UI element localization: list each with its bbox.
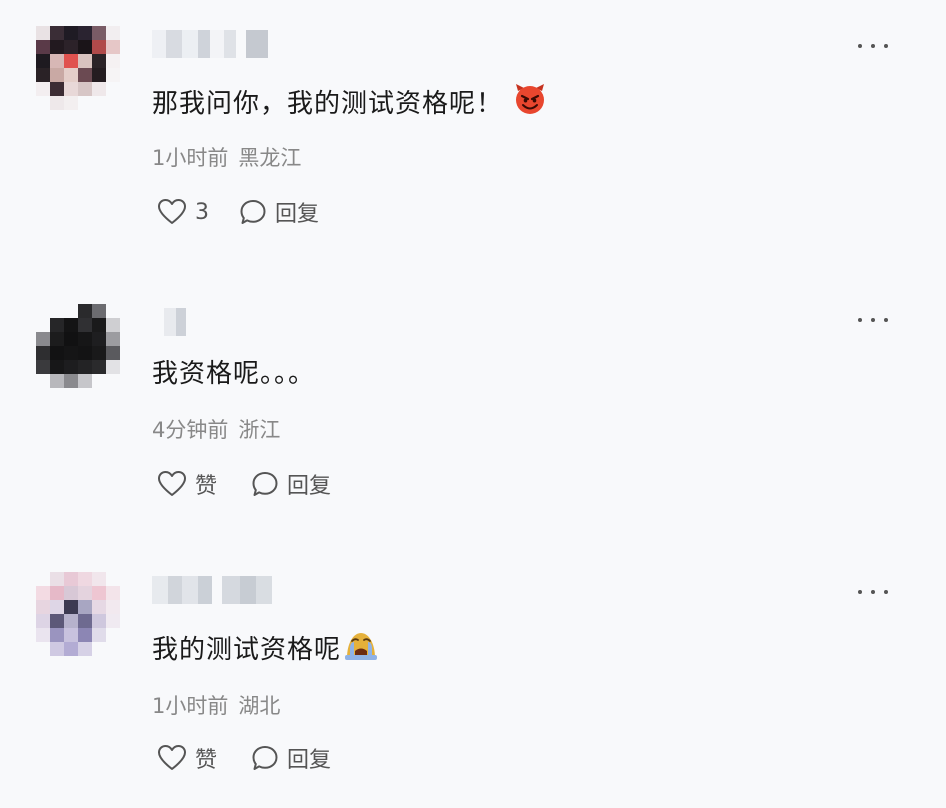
comment-item: 我的测试资格呢 1小时前 湖北 赞 回复 <box>0 544 946 808</box>
more-options-icon[interactable] <box>858 582 888 602</box>
comment-time: 4分钟前 <box>152 418 229 442</box>
heart-outline-icon <box>158 745 186 770</box>
avatar[interactable] <box>36 304 120 388</box>
comment-item: 我资格呢。。。 4分钟前 浙江 赞 回复 <box>0 272 946 542</box>
speech-bubble-icon <box>252 472 278 496</box>
like-label: 赞 <box>195 748 218 773</box>
reply-button[interactable]: 回复 <box>251 742 331 774</box>
like-label: 赞 <box>195 474 218 499</box>
comment-time: 1小时前 <box>152 146 229 170</box>
like-button[interactable]: 赞 <box>157 742 251 774</box>
comment-list: 那我问你，我的测试资格呢！ 1小时前 黑龙江 3 回复 我资格呢。。。 4分钟前… <box>0 0 946 808</box>
like-count: 3 <box>195 199 209 225</box>
reply-label: 回复 <box>287 748 332 773</box>
comment-item: 那我问你，我的测试资格呢！ 1小时前 黑龙江 3 回复 <box>0 0 946 270</box>
comment-meta: 1小时前 湖北 <box>152 690 280 720</box>
like-button[interactable]: 3 <box>157 198 239 226</box>
comment-text: 我的测试资格呢 <box>152 628 379 672</box>
reply-button[interactable]: 回复 <box>239 196 319 228</box>
comment-actions: 赞 回复 <box>157 468 331 500</box>
comment-time: 1小时前 <box>152 694 229 718</box>
comment-meta: 1小时前 黑龙江 <box>152 142 301 172</box>
more-options-icon[interactable] <box>858 36 888 56</box>
username-blurred[interactable] <box>152 308 186 336</box>
comment-text-body: 我的测试资格呢 <box>152 635 342 665</box>
avatar[interactable] <box>36 26 120 110</box>
heart-outline-icon <box>158 199 186 224</box>
speech-bubble-icon <box>252 746 278 770</box>
comment-meta: 4分钟前 浙江 <box>152 414 280 444</box>
reply-label: 回复 <box>287 474 332 499</box>
comment-actions: 赞 回复 <box>157 742 331 774</box>
like-button[interactable]: 赞 <box>157 468 251 500</box>
smiling-devil-emoji-icon <box>513 82 547 126</box>
username-blurred[interactable] <box>152 576 272 604</box>
comment-location: 湖北 <box>238 694 281 718</box>
crying-face-emoji-icon <box>343 628 379 672</box>
reply-button[interactable]: 回复 <box>251 468 331 500</box>
comment-text-body: 那我问你，我的测试资格呢！ <box>152 89 504 119</box>
heart-outline-icon <box>158 471 186 496</box>
speech-bubble-icon <box>240 200 266 224</box>
comment-location: 黑龙江 <box>238 146 302 170</box>
more-options-icon[interactable] <box>858 310 888 330</box>
comment-text: 那我问你，我的测试资格呢！ <box>152 82 547 126</box>
comment-text: 我资格呢。。。 <box>152 356 315 392</box>
comment-location: 浙江 <box>238 418 281 442</box>
username-blurred[interactable] <box>152 30 268 58</box>
reply-label: 回复 <box>275 202 320 227</box>
comment-actions: 3 回复 <box>157 196 319 228</box>
comment-text-body: 我资格呢。。。 <box>152 359 316 389</box>
avatar[interactable] <box>36 572 120 656</box>
